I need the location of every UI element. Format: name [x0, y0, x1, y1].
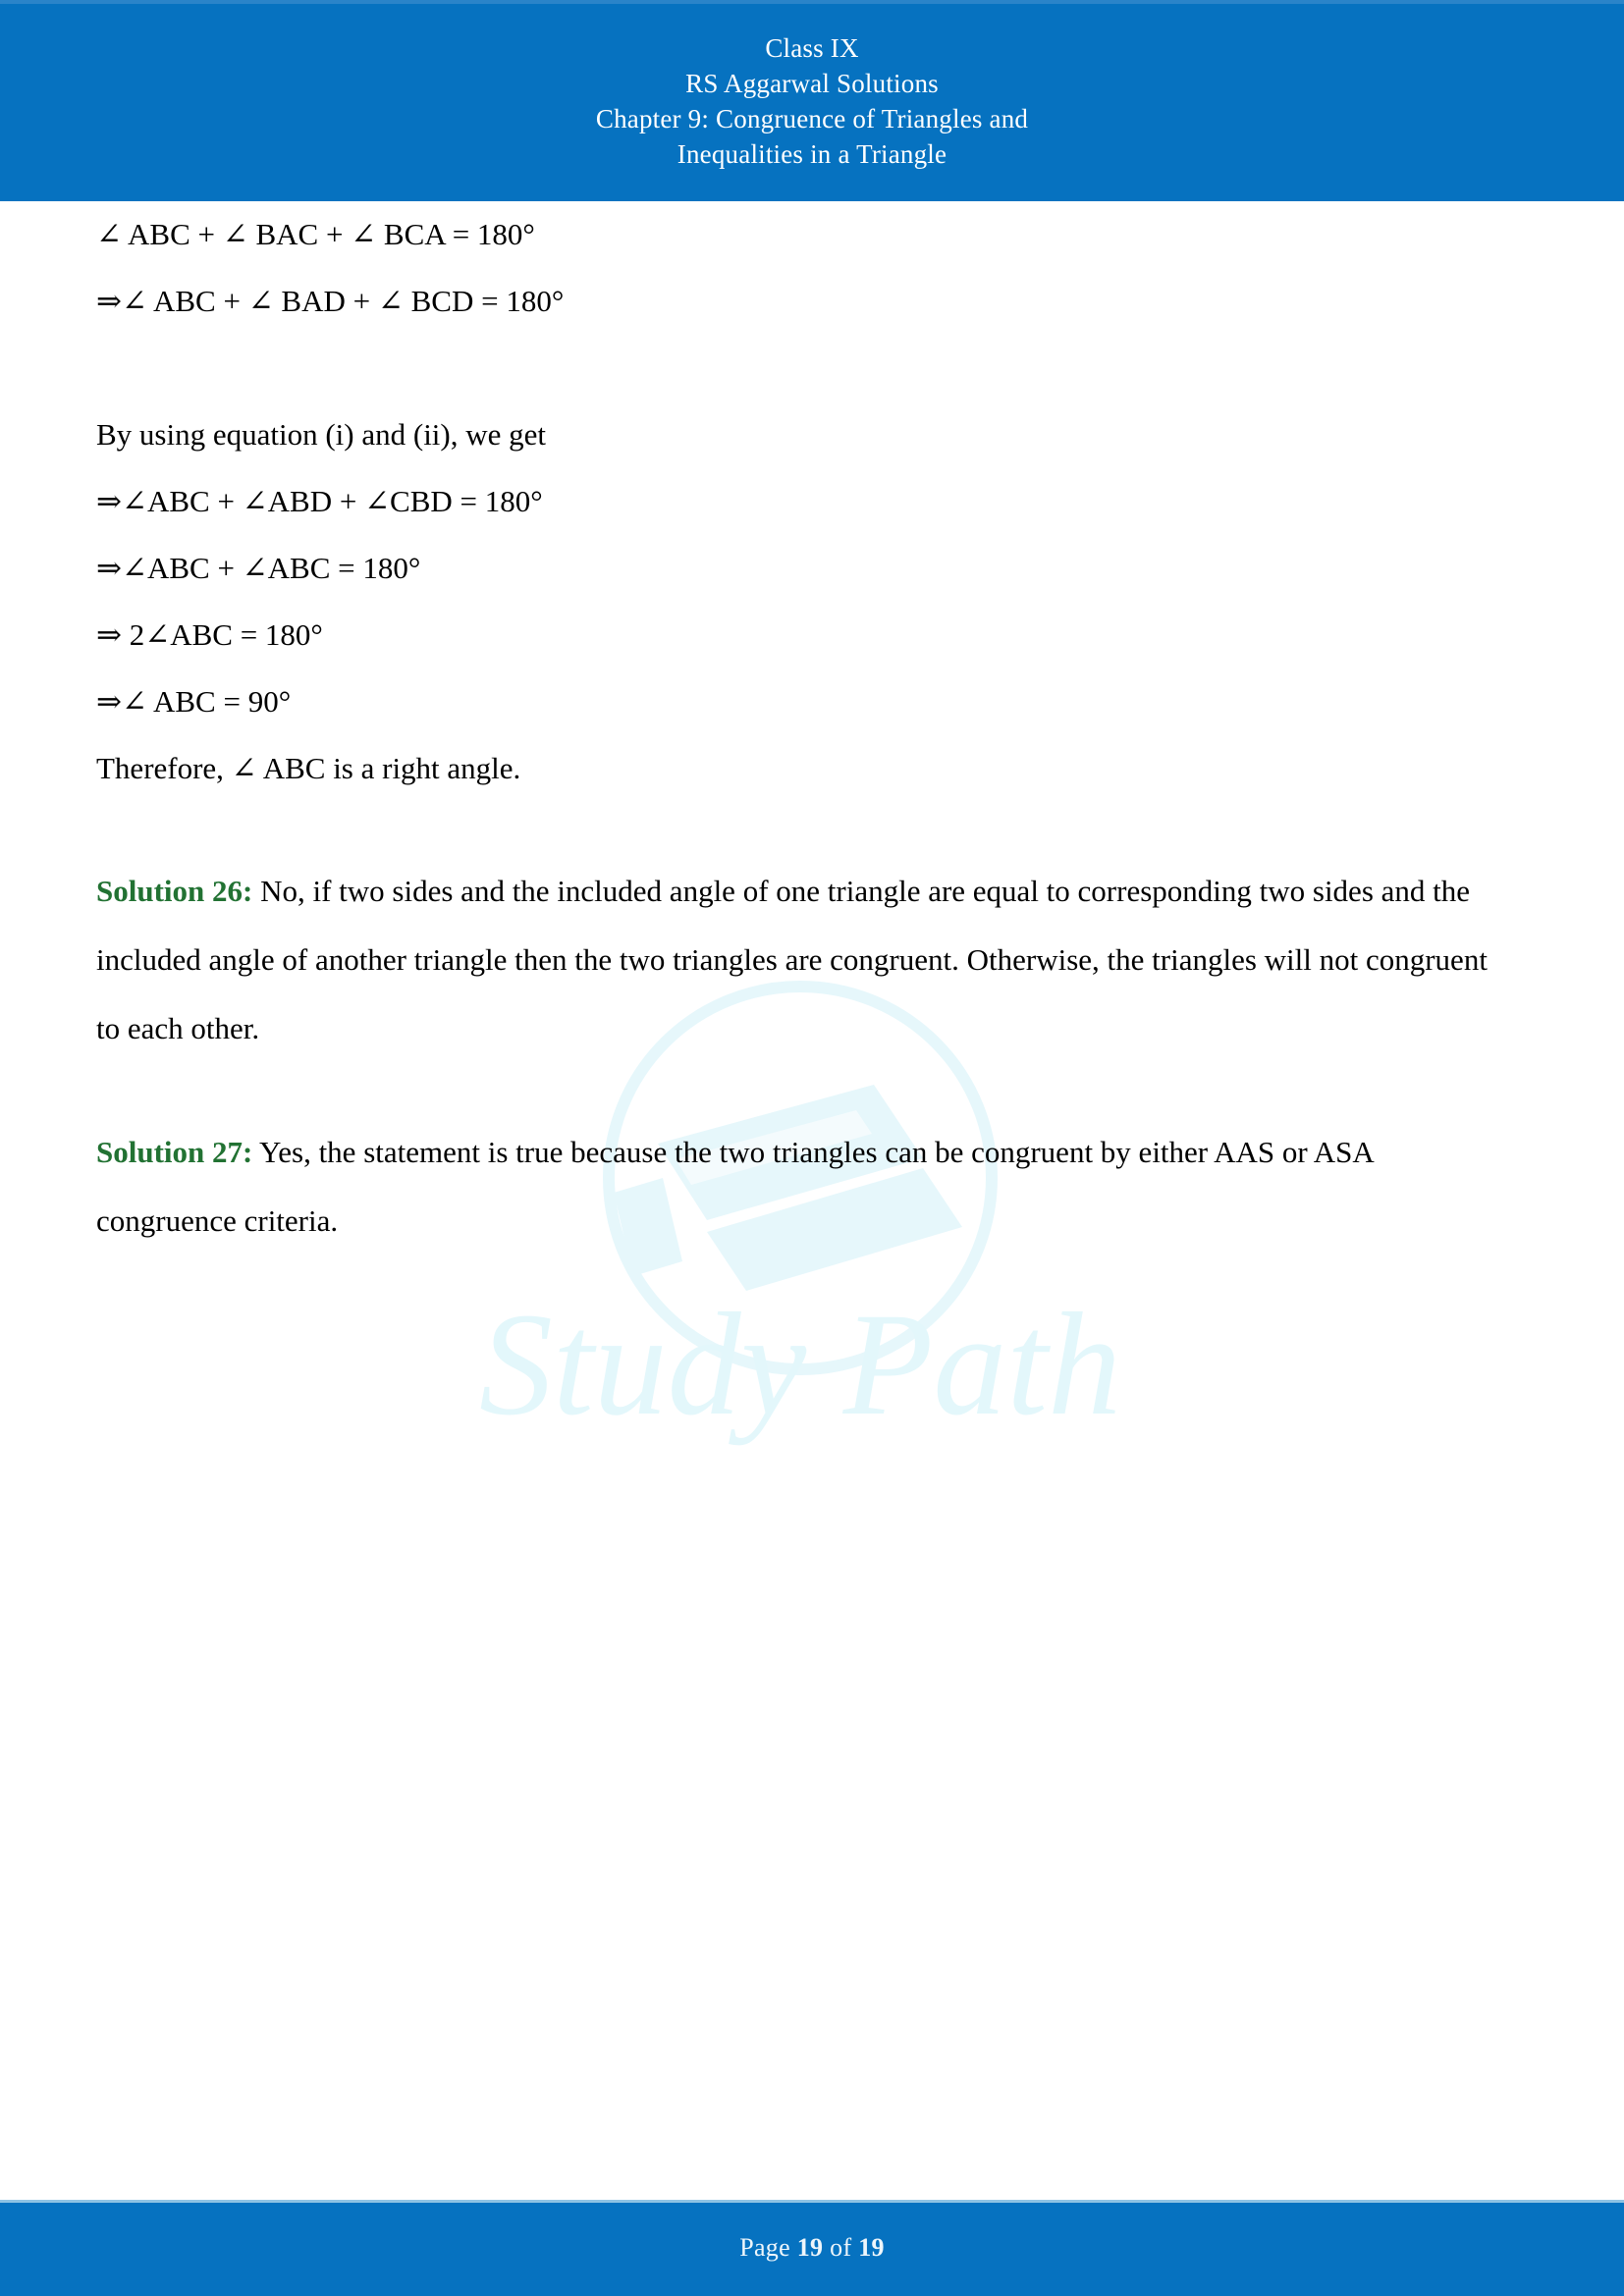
page-number-indicator: Page 19 of 19 — [739, 2233, 885, 2263]
conclusion-line: Therefore, ∠ ABC is a right angle. — [96, 751, 521, 785]
vertical-spacer — [96, 1063, 1536, 1118]
current-page-number: 19 — [796, 2233, 824, 2262]
equation-line: ⇒ 2∠ABC = 180° — [96, 617, 323, 652]
page-content: ∠ ABC + ∠ BAC + ∠ BCA = 180° ⇒∠ ABC + ∠ … — [0, 201, 1624, 1255]
solution-paragraph-26: Solution 26: No, if two sides and the in… — [96, 857, 1490, 1063]
document-page: Class IX RS Aggarwal Solutions Chapter 9… — [0, 0, 1624, 2296]
page-prefix: Page — [739, 2233, 797, 2262]
page-header: Class IX RS Aggarwal Solutions Chapter 9… — [0, 0, 1624, 201]
equation-line: ∠ ABC + ∠ BAC + ∠ BCA = 180° — [96, 217, 535, 251]
solution-label: Solution 26: — [96, 874, 253, 908]
svg-text:Study Path: Study Path — [479, 1283, 1121, 1446]
header-line-chapter-cont: Inequalities in a Triangle — [677, 138, 947, 169]
equation-line: ⇒∠ ABC + ∠ BAD + ∠ BCD = 180° — [96, 284, 565, 318]
vertical-spacer — [96, 335, 1536, 401]
footer-top-rule — [0, 2200, 1624, 2203]
header-line-class: Class IX — [765, 32, 859, 63]
solution-body: Yes, the statement is true because the t… — [96, 1135, 1374, 1238]
page-footer: Page 19 of 19 — [0, 2200, 1624, 2296]
page-middle: of — [823, 2233, 859, 2262]
total-page-number: 19 — [858, 2233, 885, 2262]
equation-line: ⇒∠ ABC = 90° — [96, 684, 292, 719]
lead-in-text: By using equation (i) and (ii), we get — [96, 417, 547, 452]
header-line-book: RS Aggarwal Solutions — [685, 68, 939, 98]
vertical-spacer — [96, 802, 1536, 857]
equation-line: ⇒∠ABC + ∠ABC = 180° — [96, 551, 421, 585]
solution-label: Solution 27: — [96, 1135, 253, 1169]
solution-body: No, if two sides and the included angle … — [96, 874, 1488, 1045]
equation-line: ⇒∠ABC + ∠ABD + ∠CBD = 180° — [96, 484, 543, 518]
header-line-chapter: Chapter 9: Congruence of Triangles and — [595, 103, 1029, 133]
solution-paragraph-27: Solution 27: Yes, the statement is true … — [96, 1118, 1490, 1255]
header-top-rule — [0, 0, 1624, 4]
